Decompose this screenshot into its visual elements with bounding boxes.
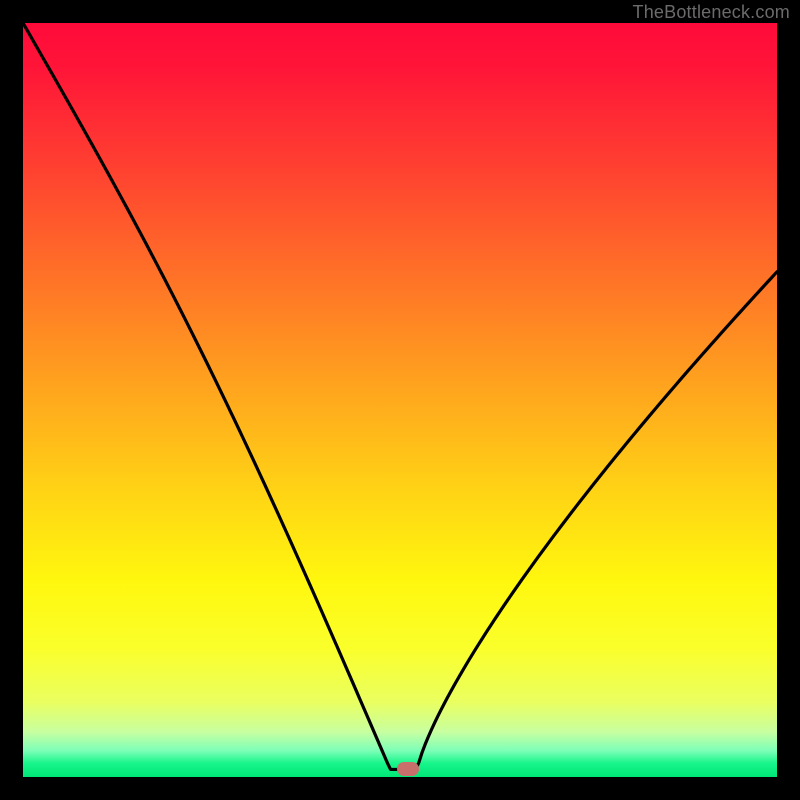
plot-area bbox=[23, 23, 777, 777]
minimum-marker bbox=[397, 762, 419, 776]
bottleneck-curve bbox=[23, 23, 777, 777]
watermark-text: TheBottleneck.com bbox=[633, 2, 790, 23]
chart-frame: TheBottleneck.com bbox=[0, 0, 800, 800]
